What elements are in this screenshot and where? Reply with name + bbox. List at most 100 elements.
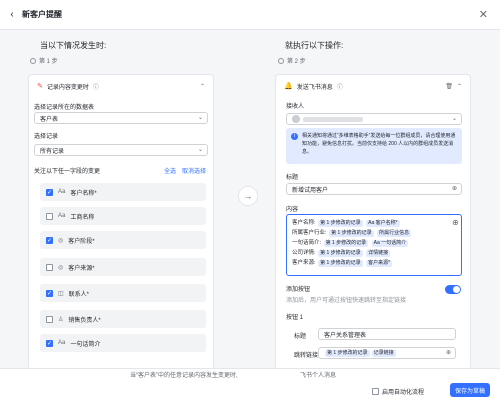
button1-title-value: 客户关系管理表 (324, 332, 367, 339)
bell-icon: 🔔 (284, 83, 293, 90)
receiver-placeholder-bar (303, 116, 363, 122)
checkbox-checked[interactable]: ✓ (46, 236, 53, 244)
info-icon[interactable]: ⓘ (337, 82, 343, 91)
field-tag[interactable]: 所属行业信息 (377, 230, 412, 237)
step-2-indicator: 第 2 步 (278, 56, 306, 65)
field-row[interactable]: ✓ Aa 客户名称* (40, 183, 206, 201)
back-arrow-icon[interactable]: ‹ (2, 9, 22, 20)
field-row[interactable]: ♙ 销售负责人* (40, 310, 206, 328)
chevron-down-icon: ⌄ (197, 147, 203, 153)
content-line: 公司详情: 第 1 步修改的记录 详情链接 (292, 248, 456, 258)
field-label: 客户阶段* (68, 238, 95, 245)
checkbox-unchecked[interactable] (46, 315, 53, 323)
collapse-icon[interactable]: ⌃ (457, 83, 462, 90)
checkbox-unchecked[interactable] (46, 212, 53, 220)
field-tag[interactable]: Aa 客户名称* (366, 220, 400, 227)
button1-title-label: 标题 (294, 334, 307, 340)
enable-automation-option[interactable]: 启用自动化流程 (372, 387, 424, 396)
step-1-label: 第 1 步 (39, 59, 58, 65)
trigger-header: ✎ 记录内容变更时 ⓘ ⌃ (29, 75, 213, 97)
checkbox-checked[interactable]: ✓ (46, 339, 53, 347)
action-header: 🔔 发送飞书消息 ⓘ 🗑 ⌃ (276, 75, 470, 97)
table-select[interactable]: 客户表 ⌄ (34, 112, 208, 124)
header-bar: ‹ 新客户提醒 ✕ (0, 0, 500, 30)
step-2-label: 第 2 步 (287, 59, 306, 65)
field-label: 客户名称* (70, 190, 97, 197)
footer-bar (0, 368, 500, 405)
action-section-title: 就执行以下操作: (285, 41, 344, 50)
content-prefix: 公司详情: (292, 250, 316, 256)
field-tag[interactable]: 记录链接 (371, 349, 396, 357)
checkbox-unchecked[interactable] (372, 388, 379, 395)
field-tag[interactable]: 详情链接 (366, 250, 391, 257)
button1-title-input[interactable]: 客户关系管理表 (318, 328, 456, 340)
title-label: 标题 (286, 175, 299, 181)
close-icon[interactable]: ✕ (479, 8, 488, 21)
content-prefix: 客户名称: (292, 220, 316, 226)
record-select-label: 选择记录 (34, 134, 59, 140)
select-all-link[interactable]: 全选 (164, 166, 176, 175)
fields-label: 关注以下任一字段的变更 (34, 169, 101, 175)
content-editor[interactable]: 客户名称: 第 1 步修改的记录 Aa 客户名称* 所属客户行业: 第 1 步修… (286, 214, 462, 276)
content-prefix: 一句话简介: (292, 240, 322, 246)
flow-arrow-icon: → (238, 186, 258, 206)
button-toggle-desc: 添加后，用户可通过按钮快速跳转至指定链接 (286, 298, 407, 304)
step-1-indicator: 第 1 步 (30, 56, 58, 65)
button-toggle-label: 添加按钮 (286, 287, 311, 293)
field-row[interactable]: ✓ Aa 一句话简介 (40, 334, 206, 352)
action-name: 发送飞书消息 (296, 84, 333, 91)
single-select-icon: ◎ (58, 264, 64, 271)
text-field-icon: Aa (58, 189, 66, 195)
record-tag[interactable]: 第 1 步修改的记录 (318, 250, 363, 257)
record-tag[interactable]: 第 1 步修改的记录 (325, 349, 370, 357)
trigger-section-title: 当以下情况发生时: (40, 41, 107, 50)
checkbox-checked[interactable]: ✓ (46, 289, 53, 297)
receiver-select[interactable]: ⌄ (286, 113, 462, 125)
field-row[interactable]: ✓ ◫ 联系人* (40, 284, 206, 302)
field-label: 销售负责人* (68, 317, 101, 324)
add-circle-icon[interactable]: ⊕ (452, 218, 459, 227)
record-edit-icon: ✎ (37, 83, 43, 90)
collapse-icon[interactable]: ⌃ (200, 83, 205, 90)
content-prefix: 客户来源: (292, 260, 316, 266)
info-filled-icon: i (291, 133, 298, 140)
record-tag[interactable]: 第 1 步修改的记录 (318, 220, 363, 227)
field-tag[interactable]: Aa 一句话简介 (371, 240, 409, 247)
title-input-value: 新增试用客户 (292, 187, 329, 194)
button1-link-input[interactable]: 第 1 步修改的记录 记录链接 ⊕ (318, 347, 456, 359)
field-row[interactable]: Aa 工商名称 (40, 207, 206, 225)
content-line: 客户名称: 第 1 步修改的记录 Aa 客户名称* (292, 218, 456, 228)
add-circle-icon[interactable]: ⊕ (452, 185, 457, 192)
field-tag[interactable]: 客户来源* (366, 260, 393, 267)
field-label: 客户来源* (68, 265, 95, 272)
add-button-toggle[interactable] (445, 285, 461, 294)
content-label: 内容 (286, 207, 299, 213)
delete-icon[interactable]: 🗑 (445, 83, 453, 90)
table-select-label: 选择记录所在的数据表 (34, 105, 95, 111)
receiver-label: 接收人 (286, 104, 305, 110)
button1-link-label: 跳转链接 (294, 353, 319, 359)
notice-text: 相关通知将通过“多维表格助手”发送给每一位群组成员，请合理使用通知功能，避免信息… (302, 133, 456, 155)
person-field-icon: ♙ (58, 316, 64, 323)
save-draft-button[interactable]: 保存为草稿 (450, 383, 490, 397)
info-icon[interactable]: ⓘ (93, 82, 99, 91)
footer-summary-right: 飞书个人消息 (300, 373, 337, 379)
enable-automation-label: 启用自动化流程 (382, 390, 425, 396)
trigger-name: 记录内容变更时 (46, 84, 89, 91)
add-circle-icon[interactable]: ⊕ (446, 349, 451, 356)
record-select[interactable]: 所有记录 ⌄ (34, 144, 208, 156)
record-tag[interactable]: 第 1 步修改的记录 (318, 260, 363, 267)
avatar (292, 115, 300, 123)
cancel-select-link[interactable]: 取消选择 (182, 166, 206, 175)
checkbox-unchecked[interactable] (46, 263, 53, 271)
footer-summary-left: 当“客户表”中的任意记录内容发生变更时, (130, 373, 238, 379)
checkbox-checked[interactable]: ✓ (46, 188, 53, 196)
record-tag[interactable]: 第 1 步修改的记录 (329, 230, 374, 237)
text-field-icon: Aa (58, 213, 66, 219)
field-label: 一句话简介 (70, 341, 101, 348)
record-tag[interactable]: 第 1 步修改的记录 (323, 240, 369, 247)
field-row[interactable]: ◎ 客户来源* (40, 258, 206, 276)
chevron-down-icon: ⌄ (451, 116, 457, 122)
title-input[interactable]: 新增试用客户 ⊕ (286, 183, 462, 195)
field-row[interactable]: ✓ ◎ 客户阶段* (40, 231, 206, 249)
